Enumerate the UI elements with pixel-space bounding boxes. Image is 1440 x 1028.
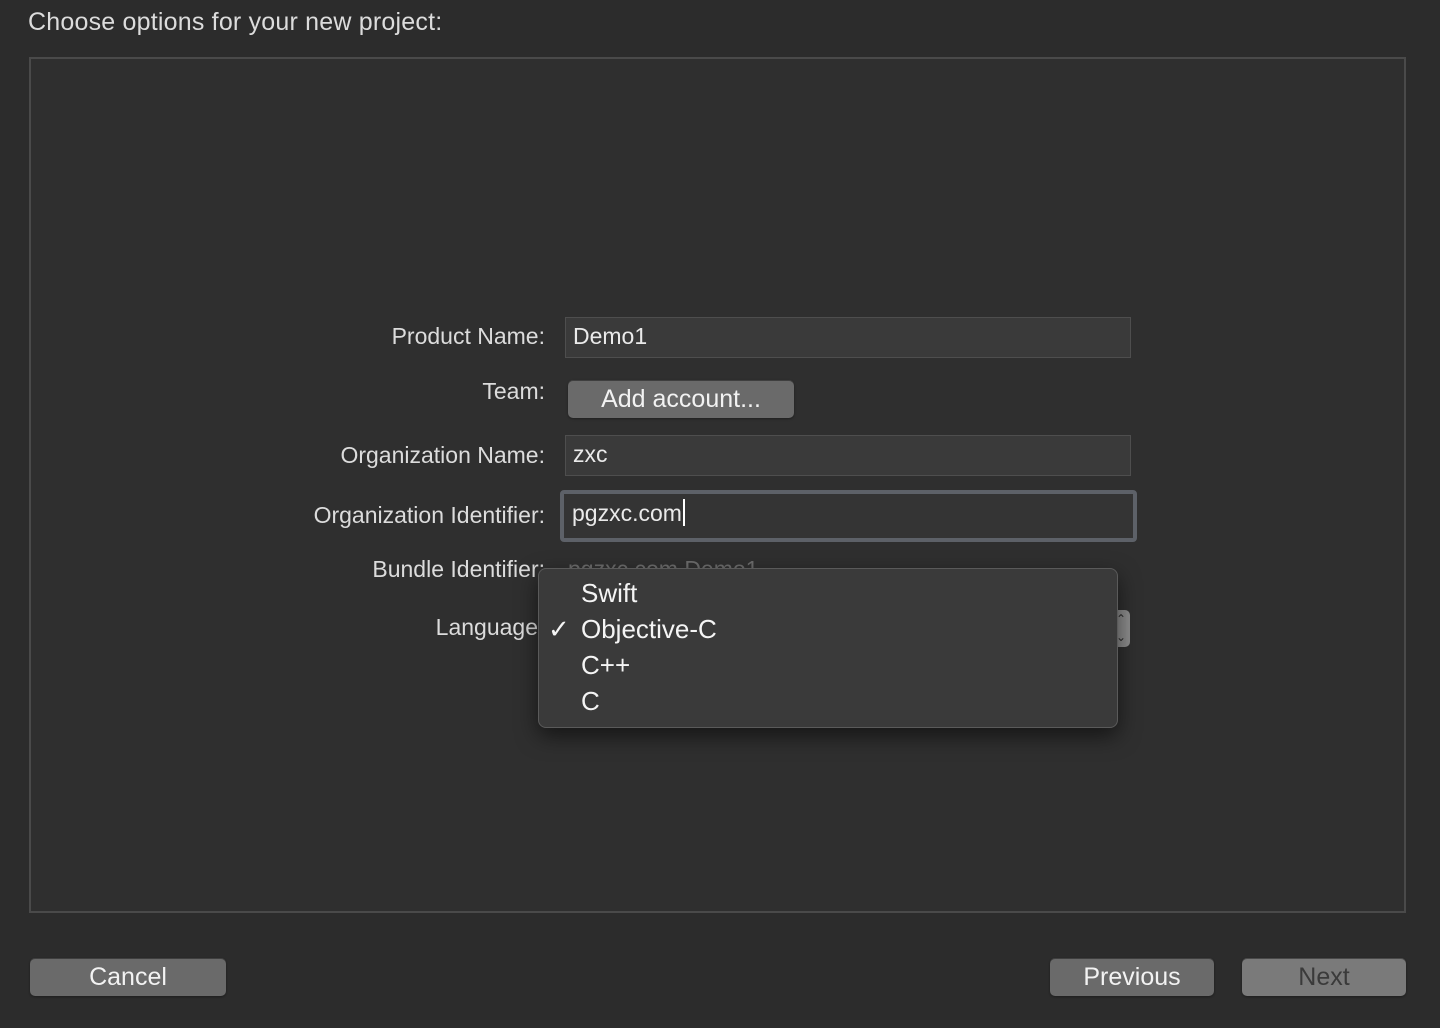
team-label: Team: [482,378,545,404]
language-option-c[interactable]: C [539,683,1117,719]
checkmark-icon: ✓ [548,614,570,644]
add-account-button[interactable]: Add account... [568,380,794,418]
text-caret [682,499,685,526]
next-button[interactable]: Next [1242,958,1406,996]
language-option-swift[interactable]: Swift [539,575,1117,611]
organization-identifier-field[interactable]: pgzxc.com [560,490,1137,542]
bundle-identifier-label: Bundle Identifier: [372,556,545,582]
page-title: Choose options for your new project: [28,8,443,36]
language-option-label: Swift [581,578,638,608]
organization-identifier-label: Organization Identifier: [313,502,545,528]
language-option-objective-c[interactable]: ✓ Objective-C [539,611,1117,647]
language-option-label: C [581,686,600,716]
language-option-label: Objective-C [581,614,717,644]
organization-name-field[interactable]: zxc [565,435,1131,476]
product-name-field[interactable]: Demo1 [565,317,1131,358]
organization-identifier-value: pgzxc.com [572,500,682,526]
language-option-label: C++ [581,650,631,680]
new-project-options-window: Choose options for your new project: Pro… [0,0,1440,1028]
product-name-label: Product Name: [391,323,545,349]
options-panel [29,57,1406,913]
language-label: Language [435,614,538,640]
language-option-cpp[interactable]: C++ [539,647,1117,683]
previous-button[interactable]: Previous [1050,958,1214,996]
organization-name-label: Organization Name: [340,442,545,468]
cancel-button[interactable]: Cancel [30,958,226,996]
language-dropdown-menu: Swift ✓ Objective-C C++ C [538,568,1118,728]
